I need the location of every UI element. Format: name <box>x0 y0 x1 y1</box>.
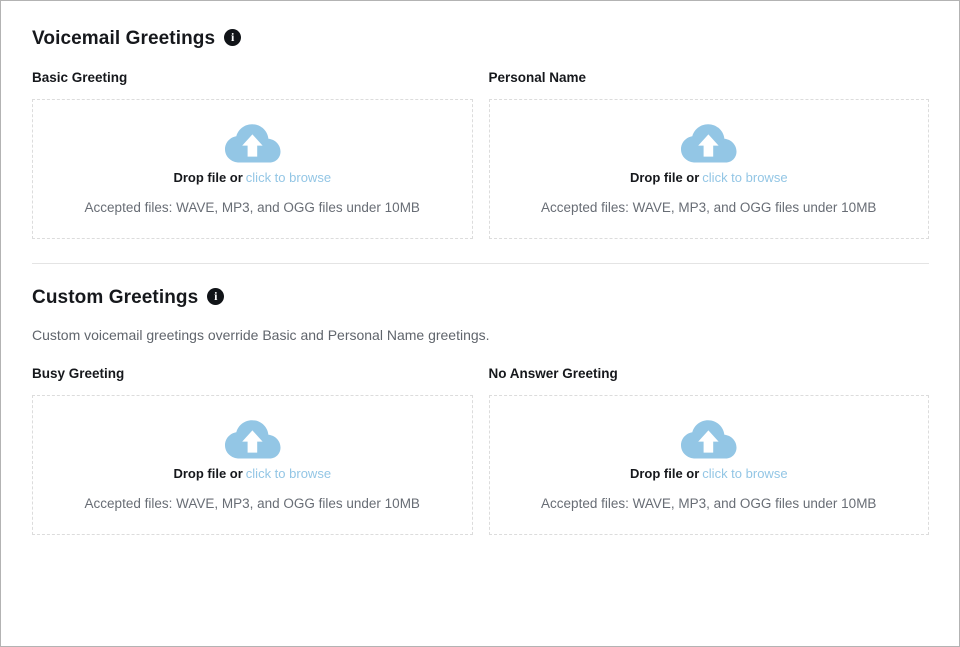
voicemail-greetings-page: Voicemail Greetings i Basic Greeting Dro… <box>0 0 960 647</box>
click-to-browse-link[interactable]: click to browse <box>246 466 331 481</box>
click-to-browse-link[interactable]: click to browse <box>246 170 331 185</box>
cloud-upload-icon <box>224 420 281 459</box>
custom-greetings-grid: Busy Greeting Drop file or click to brows… <box>32 367 929 535</box>
label-personal-name: Personal Name <box>488 70 587 85</box>
custom-greetings-heading: Custom Greetings i <box>32 286 929 308</box>
accepted-files-text: Accepted files: WAVE, MP3, and OGG files… <box>84 199 420 215</box>
custom-greetings-title: Custom Greetings <box>32 286 199 308</box>
accepted-files-text: Accepted files: WAVE, MP3, and OGG files… <box>541 496 877 512</box>
drop-file-text: Drop file or click to browse <box>630 171 788 184</box>
column-no-answer-greeting: No Answer Greeting Drop file or click to … <box>488 366 929 535</box>
label-basic-greeting: Basic Greeting <box>32 70 128 85</box>
section-voicemail-greetings: Voicemail Greetings i Basic Greeting Dro… <box>32 29 929 239</box>
dropzone-personal-name[interactable]: Drop file or click to browse Accepted fil… <box>488 98 929 239</box>
column-personal-name: Personal Name Drop file or click to brows… <box>488 70 929 239</box>
dropzone-busy-greeting[interactable]: Drop file or click to browse Accepted fil… <box>32 394 473 535</box>
drop-file-text: Drop file or click to browse <box>173 171 331 184</box>
accepted-files-text: Accepted files: WAVE, MP3, and OGG files… <box>84 496 420 512</box>
dropzone-basic-greeting[interactable]: Drop file or click to browse Accepted fil… <box>32 98 473 239</box>
info-icon[interactable]: i <box>207 287 225 305</box>
cloud-upload-icon <box>681 123 737 163</box>
info-icon[interactable]: i <box>224 29 242 46</box>
column-basic-greeting: Basic Greeting Drop file or click to brow… <box>32 71 473 239</box>
click-to-browse-link[interactable]: click to browse <box>702 466 787 481</box>
cloud-upload-icon <box>224 123 281 163</box>
drop-file-label: Drop file or <box>173 169 243 185</box>
cloud-upload-icon <box>681 420 737 459</box>
drop-file-label: Drop file or <box>173 466 243 482</box>
section-custom-greetings: Custom Greetings i Custom voicemail gree… <box>32 286 929 535</box>
column-busy-greeting: Busy Greeting Drop file or click to brows… <box>32 367 473 535</box>
drop-file-text: Drop file or click to browse <box>630 467 788 480</box>
label-busy-greeting: Busy Greeting <box>32 366 125 382</box>
label-no-answer-greeting: No Answer Greeting <box>488 366 618 382</box>
voicemail-greetings-heading: Voicemail Greetings i <box>32 29 929 48</box>
click-to-browse-link[interactable]: click to browse <box>702 170 787 185</box>
custom-greetings-description: Custom voicemail greetings override Basi… <box>32 326 490 343</box>
dropzone-no-answer-greeting[interactable]: Drop file or click to browse Accepted fil… <box>488 394 929 535</box>
drop-file-label: Drop file or <box>629 466 700 482</box>
voicemail-greetings-grid: Basic Greeting Drop file or click to brow… <box>32 71 929 239</box>
accepted-files-text: Accepted files: WAVE, MP3, and OGG files… <box>541 199 877 215</box>
drop-file-label: Drop file or <box>629 169 700 185</box>
drop-file-text: Drop file or click to browse <box>173 467 331 480</box>
page-title: Voicemail Greetings <box>32 28 216 49</box>
page-content: Voicemail Greetings i Basic Greeting Dro… <box>1 1 959 535</box>
